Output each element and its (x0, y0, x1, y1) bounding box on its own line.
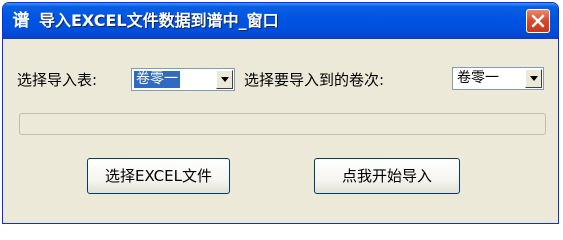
select-table-value: 卷零一 (134, 71, 180, 88)
choose-excel-file-button[interactable]: 选择EXCEL文件 (87, 158, 230, 194)
target-volume-combobox[interactable]: 卷零一 (452, 67, 544, 90)
window-title: 导入EXCEL文件数据到谱中_窗口 (39, 11, 279, 30)
close-icon (531, 14, 545, 28)
close-button[interactable] (526, 9, 550, 33)
title-bar[interactable]: 谱 导入EXCEL文件数据到谱中_窗口 (3, 3, 558, 39)
select-table-dropdown-button[interactable] (216, 70, 233, 89)
dialog-body: 选择导入表: 卷零一 选择要导入到的卷次: 卷零一 选择EXCEL文件 点我开始… (3, 39, 558, 223)
chevron-down-icon (530, 76, 538, 81)
target-volume-value: 卷零一 (457, 70, 499, 86)
target-volume-dropdown-button[interactable] (525, 69, 542, 88)
chevron-down-icon (221, 77, 229, 82)
target-volume-label: 选择要导入到的卷次: (244, 71, 385, 89)
import-progress-bar (19, 113, 546, 135)
start-import-button[interactable]: 点我开始导入 (314, 158, 460, 194)
app-icon: 谱 (12, 11, 30, 31)
dialog-window: 谱 导入EXCEL文件数据到谱中_窗口 选择导入表: 卷零一 选择要导入到的卷次… (2, 2, 559, 224)
select-table-label: 选择导入表: (17, 71, 98, 89)
select-table-combobox[interactable]: 卷零一 (131, 68, 235, 91)
